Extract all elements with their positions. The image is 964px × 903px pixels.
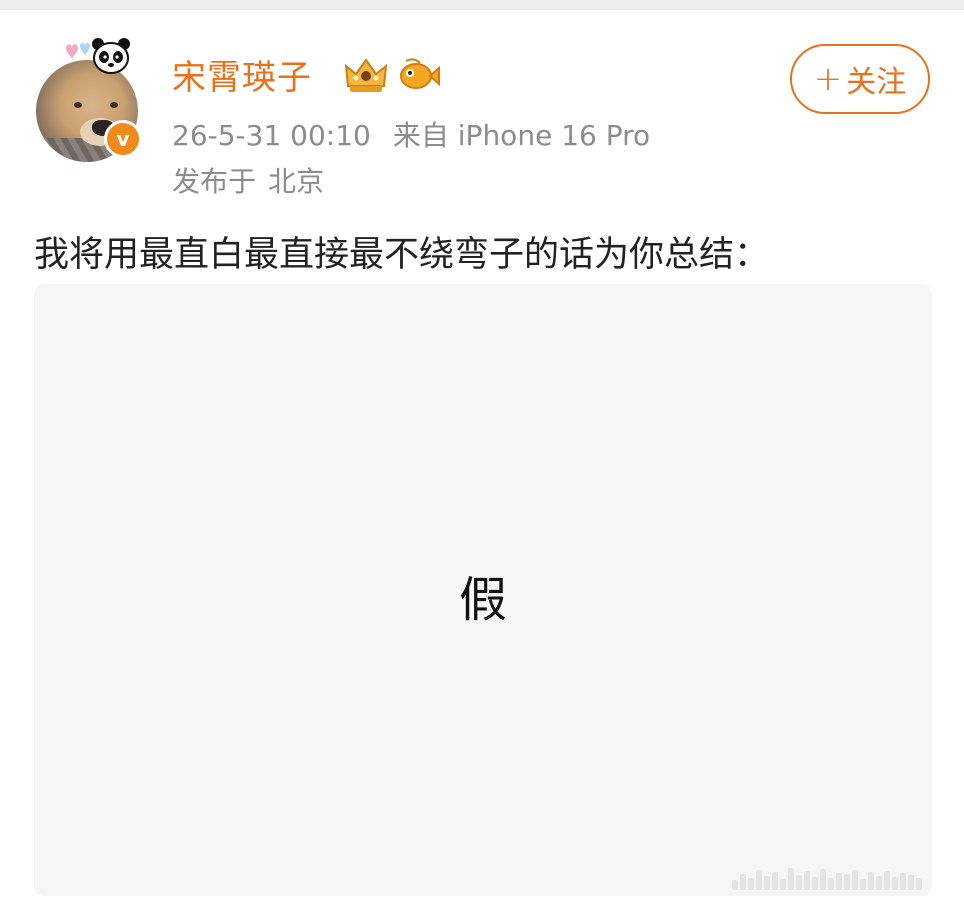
- post-source[interactable]: 来自 iPhone 16 Pro: [393, 119, 650, 152]
- post-image-text: 假: [458, 572, 507, 628]
- watermark: [732, 866, 922, 890]
- crown-badge-icon[interactable]: [342, 56, 390, 96]
- post-meta: 26-5-31 00:10 来自 iPhone 16 Pro: [172, 114, 650, 154]
- post-location: 发布于 北京: [172, 160, 324, 200]
- avatar-eye-right: [110, 102, 118, 108]
- avatar-eye-left: [74, 102, 82, 108]
- top-divider: [0, 0, 964, 10]
- fish-badge-icon[interactable]: [398, 58, 440, 92]
- follow-button[interactable]: + 关注: [790, 44, 930, 114]
- post-text: 我将用最直白最直接最不绕弯子的话为你总结：: [34, 235, 770, 275]
- username[interactable]: 宋霄瑛子: [172, 50, 312, 99]
- plus-icon: +: [813, 59, 843, 99]
- follow-label: 关注: [846, 65, 907, 100]
- location-prefix: 发布于: [172, 165, 257, 198]
- panda-icon: [92, 38, 130, 74]
- verified-badge-icon: v: [104, 120, 142, 158]
- location-place: 北京: [268, 165, 325, 198]
- post-image[interactable]: 假: [34, 284, 932, 896]
- post-time: 26-5-31 00:10: [172, 119, 371, 152]
